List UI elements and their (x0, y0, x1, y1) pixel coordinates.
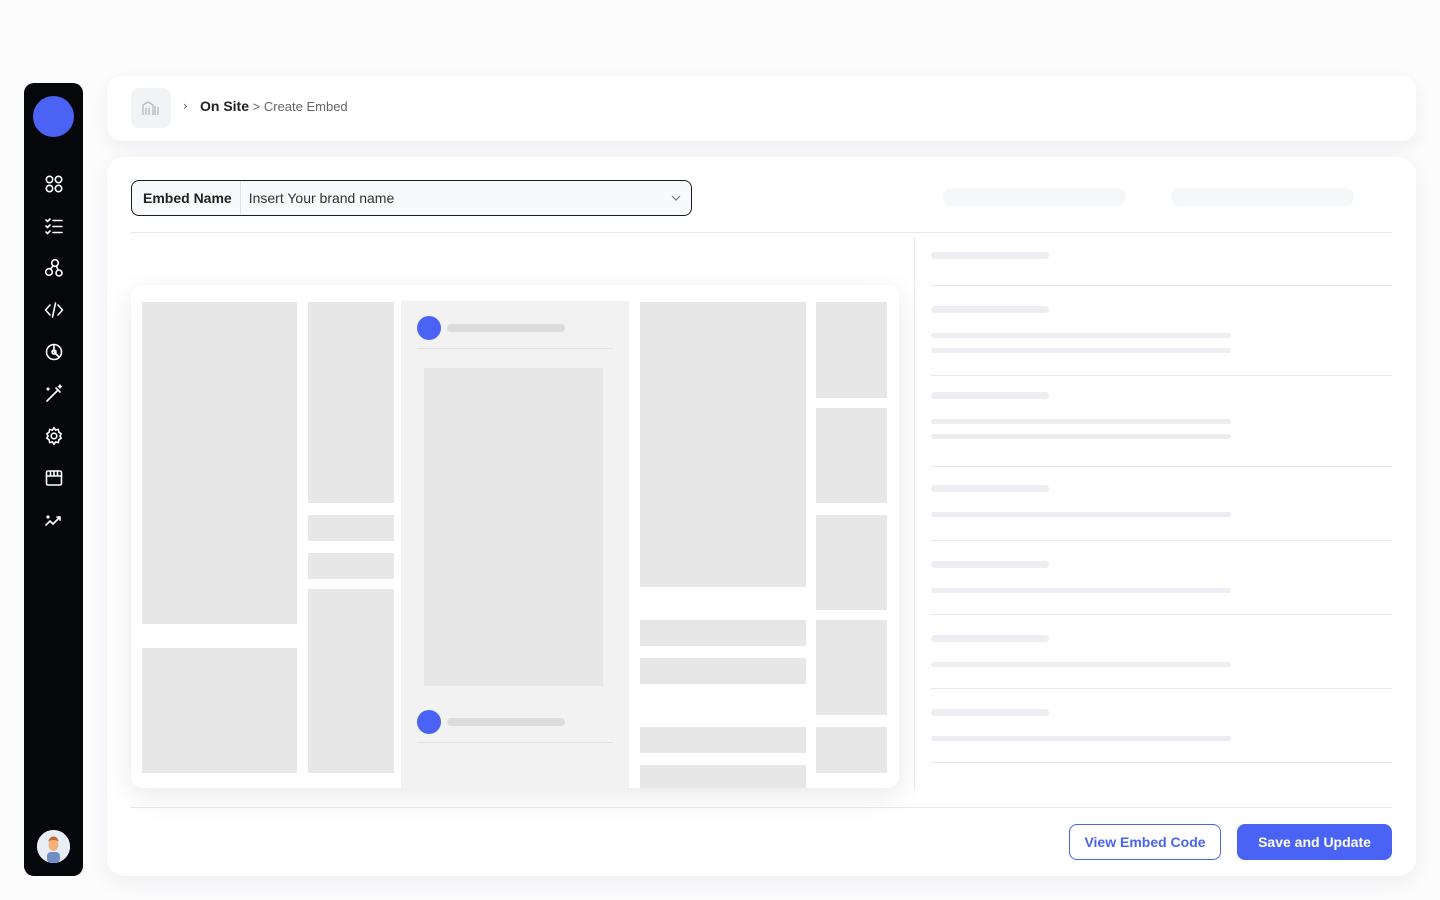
home-button[interactable] (131, 88, 171, 128)
grid-icon (44, 175, 63, 193)
sidebar-item-analytics[interactable] (24, 331, 83, 373)
placeholder-tile (816, 727, 887, 773)
bottom-divider (131, 807, 1392, 808)
placeholder-tile (816, 515, 887, 610)
placeholder-tile (308, 515, 394, 541)
placeholder-tile (142, 302, 297, 624)
placeholder-tile (308, 553, 394, 579)
sidebar-item-code[interactable] (24, 289, 83, 331)
code-icon (44, 302, 63, 318)
home-icon (142, 101, 159, 115)
placeholder-tile (640, 302, 806, 587)
setting-divider (931, 375, 1392, 376)
analytics-icon (45, 343, 62, 361)
post-author-name (447, 718, 565, 726)
sidebar-nav (24, 163, 83, 541)
placeholder-tile (308, 589, 394, 773)
post-divider (417, 742, 613, 743)
setting-label (931, 635, 1049, 642)
sidebar-item-trends[interactable] (24, 499, 83, 541)
setting-value (931, 736, 1231, 741)
embed-preview (131, 285, 899, 788)
placeholder-tile (640, 765, 806, 788)
checklist-icon (44, 218, 63, 235)
setting-value (931, 662, 1231, 667)
setting-divider (931, 614, 1392, 615)
post-author-name (447, 324, 565, 332)
breadcrumb-page: > Create Embed (249, 99, 348, 114)
placeholder-tile (816, 302, 887, 398)
top-header: › On Site > Create Embed (107, 76, 1416, 141)
post-author-avatar (417, 710, 441, 734)
breadcrumb-current[interactable]: On Site (200, 98, 249, 114)
setting-divider (931, 762, 1392, 763)
sidebar-item-magic[interactable] (24, 373, 83, 415)
setting-divider (931, 466, 1392, 467)
setting-label (931, 392, 1049, 399)
setting-label (931, 709, 1049, 716)
column-divider (914, 237, 915, 789)
save-and-update-button[interactable]: Save and Update (1237, 824, 1392, 860)
setting-value (931, 333, 1231, 338)
embed-name-field[interactable]: Embed Name (131, 180, 692, 216)
tab-placeholder-1[interactable] (943, 188, 1126, 206)
breadcrumb: On Site > Create Embed (200, 98, 348, 114)
placeholder-tile (308, 302, 394, 503)
user-avatar[interactable] (37, 830, 70, 863)
breadcrumb-separator: › (183, 99, 188, 113)
placeholder-tile (816, 620, 887, 715)
store-icon (45, 470, 62, 486)
embed-name-label: Embed Name (132, 181, 241, 215)
setting-value (931, 512, 1231, 517)
post-author-avatar (417, 316, 441, 340)
sidebar-item-dashboard[interactable] (24, 163, 83, 205)
chevron-down-icon[interactable] (661, 195, 691, 201)
magic-wand-icon (45, 384, 62, 402)
integrations-icon (44, 258, 63, 277)
placeholder-tile (640, 658, 806, 684)
sidebar-item-integrations[interactable] (24, 247, 83, 289)
setting-divider (931, 285, 1392, 286)
view-embed-code-button[interactable]: View Embed Code (1069, 824, 1221, 860)
user-avatar-image (37, 830, 70, 863)
post-card (401, 301, 629, 788)
setting-value (931, 419, 1231, 424)
tab-placeholder-2[interactable] (1171, 188, 1354, 206)
placeholder-tile (640, 620, 806, 646)
setting-label (931, 485, 1049, 492)
main-card: Embed Name Insert Your brand name View E… (107, 157, 1416, 876)
placeholder-tile (142, 648, 297, 773)
setting-label (931, 252, 1049, 259)
sidebar-item-store[interactable] (24, 457, 83, 499)
setting-divider (931, 688, 1392, 689)
settings-icon (45, 426, 62, 446)
setting-label (931, 561, 1049, 568)
setting-divider (931, 540, 1392, 541)
sidebar-item-tasks[interactable] (24, 205, 83, 247)
top-divider (131, 232, 1392, 233)
post-divider (417, 348, 613, 349)
setting-value (931, 348, 1231, 353)
trend-icon (44, 515, 61, 526)
setting-label (931, 306, 1049, 313)
brand-logo[interactable] (33, 96, 74, 137)
placeholder-tile (816, 408, 887, 503)
setting-value (931, 588, 1231, 593)
post-image (424, 368, 603, 686)
placeholder-tile (640, 727, 806, 753)
setting-value (931, 434, 1231, 439)
sidebar (24, 83, 83, 876)
embed-name-input[interactable] (240, 181, 661, 215)
sidebar-item-settings[interactable] (24, 415, 83, 457)
